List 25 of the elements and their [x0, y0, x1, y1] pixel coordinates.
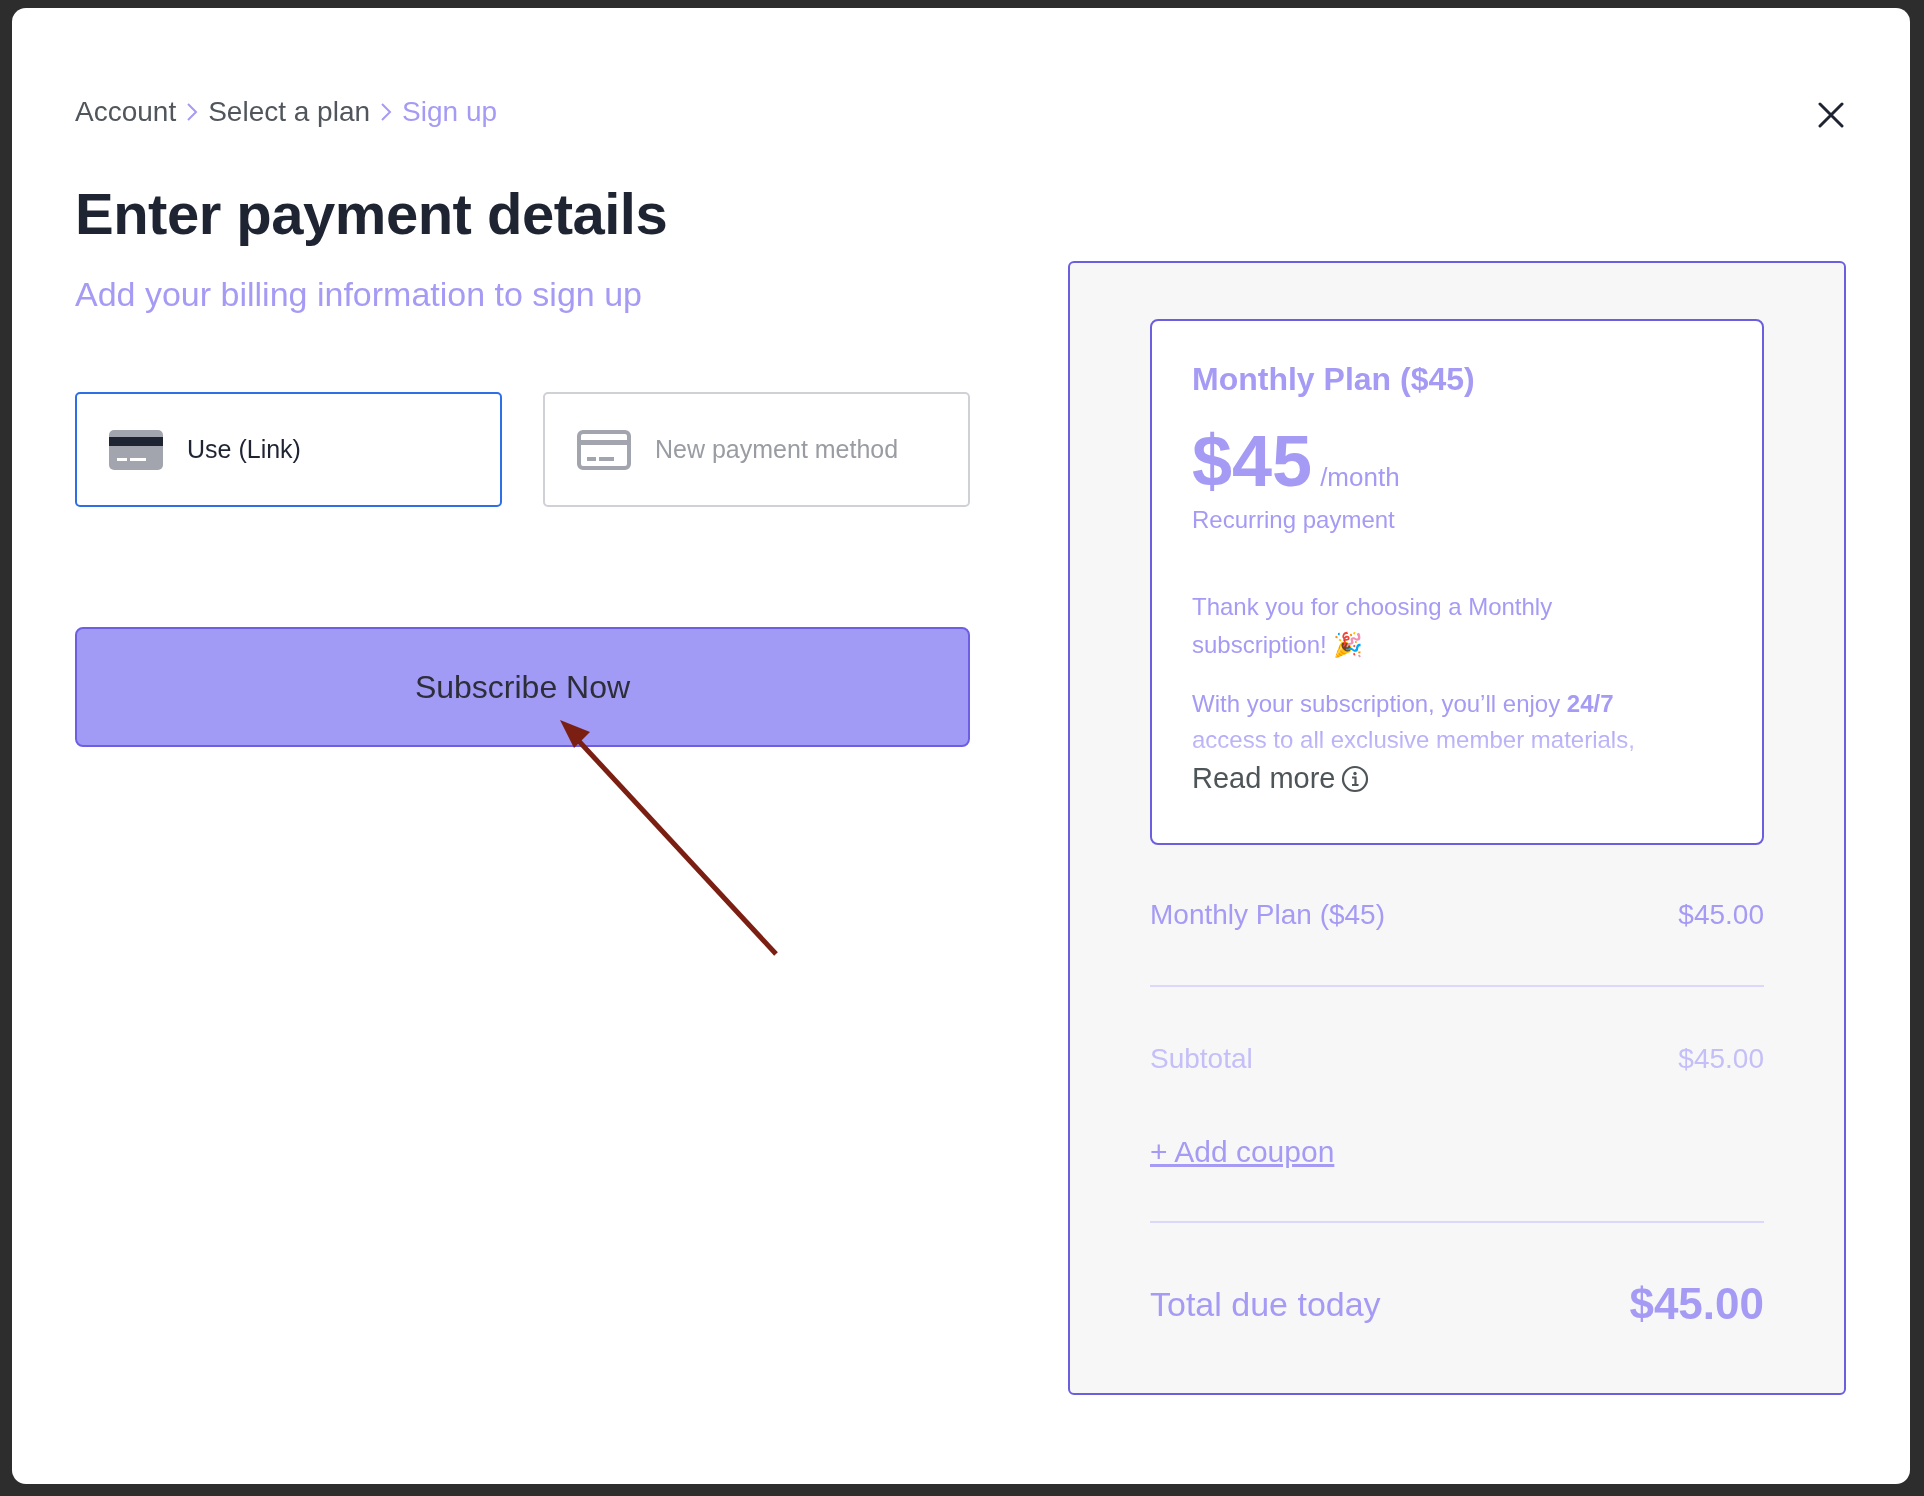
chevron-right-icon — [380, 102, 393, 122]
plan-name: Monthly Plan ($45) — [1192, 361, 1476, 398]
subtotal-label: Subtotal — [1150, 1043, 1253, 1075]
thank-you-text: Thank you for choosing a Monthly subscription! 🎉 — [1192, 592, 1554, 660]
subtotal-amount: $45.00 — [1678, 1043, 1764, 1075]
card-icon — [109, 429, 163, 470]
close-icon[interactable] — [1818, 102, 1844, 128]
price-period: /month — [1320, 462, 1400, 493]
breadcrumb-link[interactable]: Account — [75, 96, 177, 128]
billing-type: Recurring payment — [1192, 506, 1396, 534]
line-item-label: Monthly Plan ($45) — [1150, 899, 1385, 931]
total-amount: $45.00 — [1629, 1279, 1764, 1329]
page-title: Enter payment details — [75, 180, 669, 247]
card-icon — [577, 429, 631, 470]
breadcrumb-link[interactable]: Select a plan — [208, 96, 371, 128]
plan-price: $45 — [1192, 420, 1313, 502]
line-item-amount: $45.00 — [1678, 899, 1764, 931]
payment-method-option[interactable]: Use (Link) — [75, 392, 502, 507]
total-label: Total due today — [1150, 1284, 1381, 1324]
info-icon — [1341, 764, 1370, 793]
plan-details-text: With your subscription, you’ll enjoy 24/7 access to all exclusive member materials, — [1192, 689, 1636, 755]
read-more-link[interactable]: Read more — [1192, 762, 1370, 795]
chevron-right-icon — [186, 102, 199, 122]
subscribe-button[interactable]: Subscribe Now — [75, 627, 970, 747]
page-subtitle: Add your billing information to sign up — [75, 275, 643, 314]
